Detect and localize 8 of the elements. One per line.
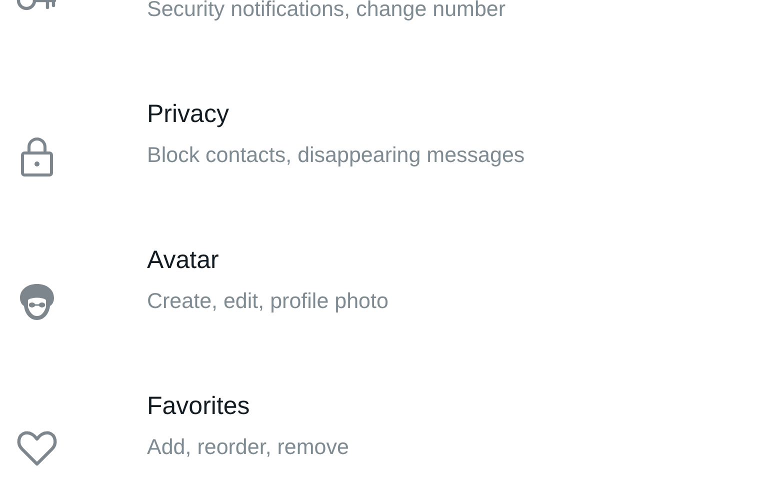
setting-title: Privacy	[147, 99, 229, 130]
setting-description: Create, edit, profile photo	[147, 288, 388, 315]
setting-description: Block contacts, disappearing messages	[147, 142, 525, 169]
setting-description: Security notifications, change number	[147, 0, 506, 23]
setting-description: Add, reorder, remove	[147, 434, 349, 461]
heart-icon	[14, 428, 58, 468]
setting-title: Avatar	[147, 245, 219, 276]
setting-title: Favorites	[147, 391, 250, 422]
